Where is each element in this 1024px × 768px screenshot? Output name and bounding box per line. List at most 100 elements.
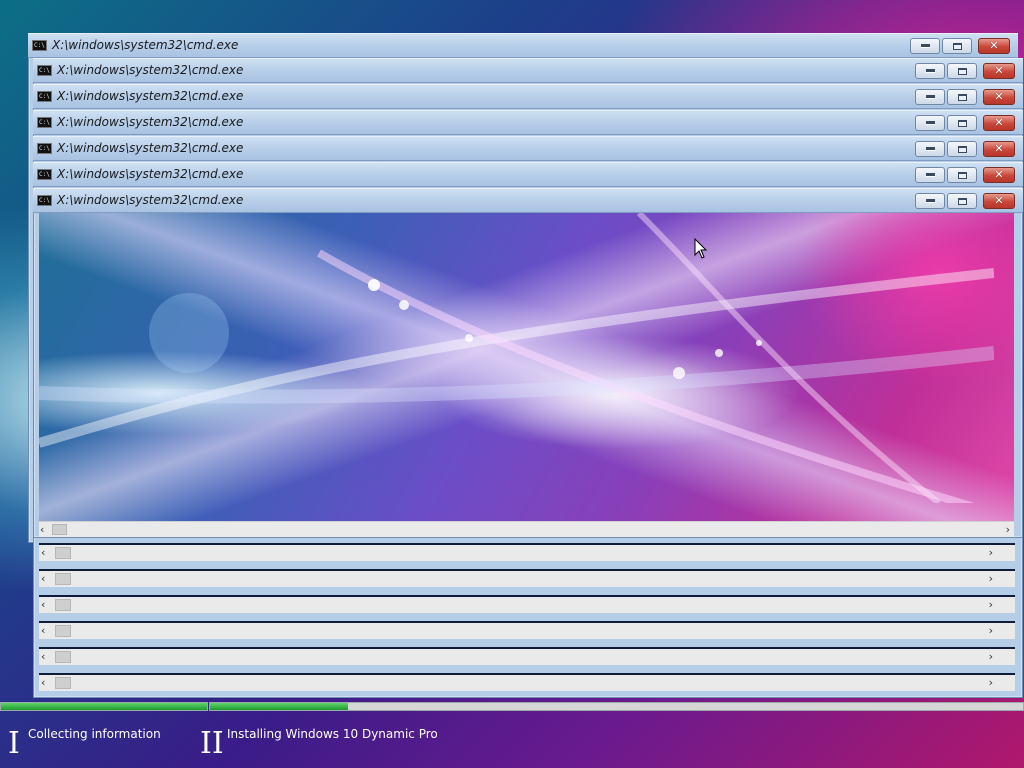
maximize-button[interactable] (942, 38, 972, 54)
title-bar[interactable]: C:\ X:\windows\system32\cmd.exe ✕ (33, 58, 1023, 83)
window-title: X:\windows\system32\cmd.exe (57, 63, 244, 77)
chevron-right-icon[interactable]: › (1006, 523, 1010, 536)
cmd-window-7[interactable]: C:\ X:\windows\system32\cmd.exe ✕ ‹ › (33, 188, 1023, 538)
close-button[interactable]: ✕ (983, 115, 1015, 131)
maximize-icon (957, 145, 967, 153)
maximize-button[interactable] (947, 63, 977, 79)
chevron-right-icon[interactable]: › (989, 598, 993, 612)
horizontal-scrollbar[interactable]: ‹ › (39, 543, 1015, 561)
scroll-thumb[interactable] (55, 599, 71, 611)
close-icon: ✕ (994, 168, 1004, 181)
chevron-right-icon[interactable]: › (989, 650, 993, 664)
cmd-icon: C:\ (32, 40, 47, 51)
phase-1-progress-bar (0, 702, 208, 711)
horizontal-scrollbar[interactable]: ‹ › (39, 521, 1014, 537)
minimize-button[interactable] (910, 38, 940, 54)
window-title: X:\windows\system32\cmd.exe (52, 38, 239, 52)
chevron-left-icon[interactable]: ‹ (41, 572, 45, 586)
cmd-icon: C:\ (37, 169, 52, 180)
cmd-icon: C:\ (37, 117, 52, 128)
scroll-thumb[interactable] (55, 547, 71, 559)
close-icon: ✕ (989, 39, 999, 52)
horizontal-scrollbar[interactable]: ‹ › (39, 621, 1015, 639)
close-icon: ✕ (994, 90, 1004, 103)
mouse-pointer-icon (694, 238, 708, 259)
chevron-left-icon[interactable]: ‹ (41, 676, 45, 690)
maximize-button[interactable] (947, 89, 977, 105)
cmd-icon: C:\ (37, 143, 52, 154)
cmd-icon: C:\ (37, 65, 52, 76)
horizontal-scrollbar[interactable]: ‹ › (39, 595, 1015, 613)
minimize-button[interactable] (915, 89, 945, 105)
close-button[interactable]: ✕ (978, 38, 1010, 54)
minimize-button[interactable] (915, 63, 945, 79)
scroll-thumb[interactable] (52, 524, 67, 535)
close-button[interactable]: ✕ (983, 167, 1015, 183)
light-streaks (39, 213, 994, 503)
horizontal-scrollbar[interactable]: ‹ › (39, 647, 1015, 665)
close-button[interactable]: ✕ (983, 141, 1015, 157)
minimize-icon (925, 147, 935, 151)
chevron-left-icon[interactable]: ‹ (41, 598, 45, 612)
chevron-left-icon[interactable]: ‹ (41, 546, 45, 560)
title-bar[interactable]: C:\ X:\windows\system32\cmd.exe ✕ (33, 136, 1023, 161)
title-bar[interactable]: C:\ X:\windows\system32\cmd.exe ✕ (33, 188, 1023, 213)
maximize-button[interactable] (947, 193, 977, 209)
close-button[interactable]: ✕ (983, 63, 1015, 79)
minimize-icon (925, 199, 935, 203)
title-bar[interactable]: C:\ X:\windows\system32\cmd.exe ✕ (28, 33, 1018, 58)
scroll-thumb[interactable] (55, 573, 71, 585)
maximize-button[interactable] (947, 167, 977, 183)
minimize-icon (925, 69, 935, 73)
console-area[interactable]: ‹ › (39, 213, 1014, 537)
minimize-icon (925, 173, 935, 177)
maximize-icon (957, 119, 967, 127)
title-bar[interactable]: C:\ X:\windows\system32\cmd.exe ✕ (33, 162, 1023, 187)
window-title: X:\windows\system32\cmd.exe (57, 115, 244, 129)
chevron-left-icon[interactable]: ‹ (41, 624, 45, 638)
phase-1-numeral: I (8, 726, 20, 761)
minimize-button[interactable] (915, 115, 945, 131)
minimize-button[interactable] (915, 193, 945, 209)
title-bar[interactable]: C:\ X:\windows\system32\cmd.exe ✕ (33, 84, 1023, 109)
close-button[interactable]: ✕ (983, 193, 1015, 209)
minimize-icon (925, 95, 935, 99)
chevron-right-icon[interactable]: › (989, 572, 993, 586)
maximize-button[interactable] (947, 141, 977, 157)
close-icon: ✕ (994, 194, 1004, 207)
minimize-icon (925, 121, 935, 125)
close-icon: ✕ (994, 64, 1004, 77)
maximize-button[interactable] (947, 115, 977, 131)
chevron-right-icon[interactable]: › (989, 624, 993, 638)
chevron-left-icon[interactable]: ‹ (41, 650, 45, 664)
chevron-left-icon[interactable]: ‹ (40, 523, 44, 536)
phase-2-label: Installing Windows 10 Dynamic Pro (227, 727, 438, 741)
scroll-thumb[interactable] (55, 625, 71, 637)
close-icon: ✕ (994, 116, 1004, 129)
phase-1-progress-fill (1, 703, 207, 710)
window-title: X:\windows\system32\cmd.exe (57, 167, 244, 181)
minimize-button[interactable] (915, 141, 945, 157)
horizontal-scrollbar[interactable]: ‹ › (39, 673, 1015, 691)
maximize-icon (957, 171, 967, 179)
maximize-icon (957, 197, 967, 205)
chevron-right-icon[interactable]: › (989, 546, 993, 560)
scroll-thumb[interactable] (55, 651, 71, 663)
minimize-button[interactable] (915, 167, 945, 183)
horizontal-scrollbar[interactable]: ‹ › (39, 569, 1015, 587)
scroll-thumb[interactable] (55, 677, 71, 689)
phase-2-progress-bar (209, 702, 1024, 711)
close-icon: ✕ (994, 142, 1004, 155)
close-button[interactable]: ✕ (983, 89, 1015, 105)
title-bar[interactable]: C:\ X:\windows\system32\cmd.exe ✕ (33, 110, 1023, 135)
maximize-icon (957, 93, 967, 101)
minimize-icon (920, 44, 930, 48)
phase-1-label: Collecting information (28, 727, 161, 741)
phase-2-progress-fill (210, 703, 349, 710)
cmd-icon: C:\ (37, 91, 52, 102)
chevron-right-icon[interactable]: › (989, 676, 993, 690)
cmd-icon: C:\ (37, 195, 52, 206)
phase-2-numeral: II (200, 726, 224, 761)
wallpaper-view (39, 213, 1014, 521)
window-title: X:\windows\system32\cmd.exe (57, 193, 244, 207)
